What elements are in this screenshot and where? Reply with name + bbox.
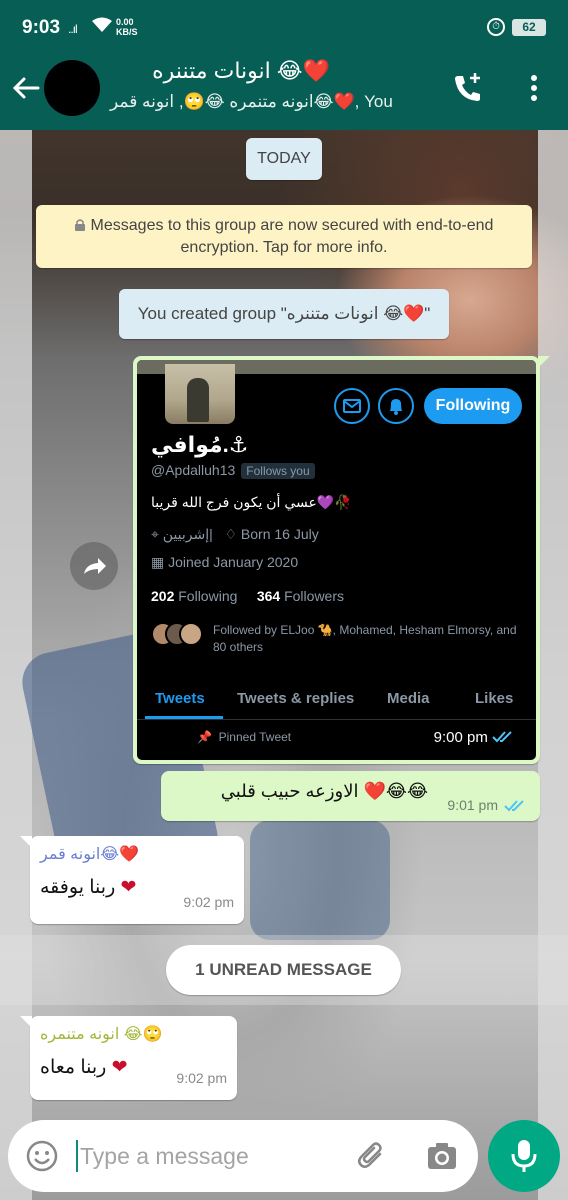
message-time: 9:02 pm bbox=[183, 894, 234, 910]
twitter-meta: ⌖ إشربيين| ♢ Born 16 July bbox=[151, 526, 319, 543]
twitter-joined-row: ▦ Joined January 2020 bbox=[151, 554, 298, 571]
message-time: 9:00 pm bbox=[434, 729, 516, 746]
image-message-time: 9:00 pm bbox=[433, 729, 488, 746]
twitter-tabs: Tweets Tweets & replies Media Likes bbox=[137, 678, 536, 720]
back-arrow-icon[interactable] bbox=[10, 72, 42, 104]
message-time: 9:01 pm bbox=[447, 797, 498, 813]
twitter-handle: @Apdalluh13 Follows you bbox=[151, 462, 315, 479]
emoji-icon[interactable] bbox=[26, 1140, 58, 1172]
tab-likes: Likes bbox=[475, 690, 514, 707]
sender-name[interactable]: انونه قمر😂❤️ bbox=[40, 844, 139, 864]
message-text-value: ربنا يوفقه bbox=[40, 877, 116, 898]
followed-by-text: Followed by ELJoo 🐪, Mohamed, Hesham Elm… bbox=[213, 623, 517, 654]
calendar-icon: ▦ bbox=[151, 554, 165, 570]
twitter-counts: 202 Following 364 Followers bbox=[151, 588, 344, 604]
unread-messages-label: 1 UNREAD MESSAGE bbox=[166, 945, 401, 995]
following-count: 202 bbox=[151, 588, 175, 604]
birthday-icon: ♢ bbox=[224, 526, 238, 542]
status-bar: 9:03 ..ıl 0.00 KB/S ⏱ 62 bbox=[0, 0, 568, 54]
following-button: Following bbox=[424, 388, 522, 424]
twitter-profile-screenshot[interactable]: Following مُوافي.⚓ @Apdalluh13 Follows yo… bbox=[137, 360, 536, 760]
pinned-text: Pinned Tweet bbox=[218, 730, 292, 744]
chat-messages[interactable]: TODAY Messages to this group are now sec… bbox=[0, 130, 568, 1120]
encryption-notice[interactable]: Messages to this group are now secured w… bbox=[36, 205, 532, 268]
message-time: 9:02 pm bbox=[176, 1070, 227, 1086]
message-composer[interactable] bbox=[8, 1120, 478, 1192]
message-text: الاوزعه حبيب قلبي ❤️😂😂 bbox=[220, 781, 428, 801]
lock-icon bbox=[74, 216, 85, 231]
alarm-icon: ⏱ bbox=[487, 18, 505, 36]
signal-icon: ..ıl bbox=[68, 22, 78, 36]
encryption-notice-text: Messages to this group are now secured w… bbox=[90, 217, 494, 256]
following-label: Following bbox=[178, 588, 238, 604]
group-members[interactable]: انونه متنمره 😂🙄, انونه قمر😂❤️, You bbox=[110, 92, 430, 112]
microphone-icon bbox=[511, 1140, 537, 1172]
more-options-icon[interactable] bbox=[524, 70, 544, 106]
wifi-icon bbox=[92, 17, 112, 38]
mail-icon bbox=[334, 388, 370, 424]
twitter-profile-picture bbox=[165, 364, 235, 424]
voice-record-button[interactable] bbox=[488, 1120, 560, 1192]
tab-tweets: Tweets bbox=[155, 690, 205, 707]
message-text: ربنا يوفقه ❤ bbox=[40, 876, 136, 899]
network-speed-value: 0.00 bbox=[116, 17, 134, 27]
tab-media: Media bbox=[387, 690, 430, 707]
double-check-icon bbox=[492, 729, 516, 746]
add-call-icon[interactable] bbox=[450, 70, 486, 106]
message-input[interactable] bbox=[80, 1136, 340, 1176]
twitter-born: Born 16 July bbox=[240, 526, 319, 542]
outgoing-message[interactable]: الاوزعه حبيب قلبي ❤️😂😂 9:01 pm bbox=[161, 771, 540, 821]
pin-icon: 📌 bbox=[197, 730, 212, 744]
twitter-joined: Joined January 2020 bbox=[168, 554, 299, 570]
notification-bell-icon bbox=[378, 388, 414, 424]
followers-count: 364 bbox=[256, 588, 281, 604]
pinned-tweet-label: 📌 Pinned Tweet bbox=[197, 730, 291, 744]
network-speed-unit: KB/S bbox=[116, 27, 138, 37]
follower-avatars bbox=[151, 622, 207, 646]
forward-share-icon[interactable] bbox=[70, 542, 118, 590]
date-chip: TODAY bbox=[246, 138, 322, 180]
image-message[interactable]: Following مُوافي.⚓ @Apdalluh13 Follows yo… bbox=[133, 356, 550, 764]
group-created-notice: You created group "انونات متننره 😂❤️" bbox=[119, 289, 449, 339]
network-speed: 0.00 KB/S bbox=[116, 17, 138, 37]
heart-emoji: ❤ bbox=[111, 1057, 128, 1078]
twitter-location: إشربيين| bbox=[162, 526, 213, 542]
double-check-icon bbox=[504, 799, 528, 813]
camera-icon[interactable] bbox=[426, 1140, 458, 1172]
message-text-value: ربنا معاه bbox=[40, 1057, 107, 1078]
twitter-handle-text: @Apdalluh13 bbox=[151, 462, 236, 478]
follows-you-badge: Follows you bbox=[241, 463, 315, 479]
group-avatar[interactable] bbox=[44, 60, 100, 116]
message-text: ربنا معاه ❤ bbox=[40, 1056, 128, 1079]
heart-emoji: ❤ bbox=[120, 877, 137, 898]
followers-label: Followers bbox=[284, 588, 344, 604]
group-name[interactable]: انونات متننره 😂❤️ bbox=[110, 58, 330, 84]
battery-indicator: 62 bbox=[512, 19, 546, 36]
text-caret bbox=[76, 1140, 78, 1172]
twitter-display-name: مُوافي.⚓ bbox=[151, 432, 249, 457]
sender-name[interactable]: انونه متنمره 😂🙄 bbox=[40, 1024, 162, 1044]
paperclip-icon[interactable] bbox=[354, 1138, 390, 1174]
status-time: 9:03 bbox=[22, 17, 61, 38]
incoming-message[interactable]: انونه قمر😂❤️ ربنا يوفقه ❤ 9:02 pm bbox=[20, 836, 244, 924]
twitter-followed-by: Followed by ELJoo 🐪, Mohamed, Hesham Elm… bbox=[151, 622, 526, 656]
chat-header[interactable]: انونات متننره 😂❤️ انونه متنمره 😂🙄, انونه… bbox=[0, 54, 568, 130]
tab-tweets-replies: Tweets & replies bbox=[237, 690, 355, 707]
active-tab-indicator bbox=[145, 716, 223, 719]
twitter-bio: عسي أن يكون فرج الله قريبا💜🥀 bbox=[151, 494, 352, 510]
location-icon: ⌖ bbox=[151, 526, 159, 542]
incoming-message[interactable]: انونه متنمره 😂🙄 ربنا معاه ❤ 9:02 pm bbox=[20, 1016, 237, 1100]
